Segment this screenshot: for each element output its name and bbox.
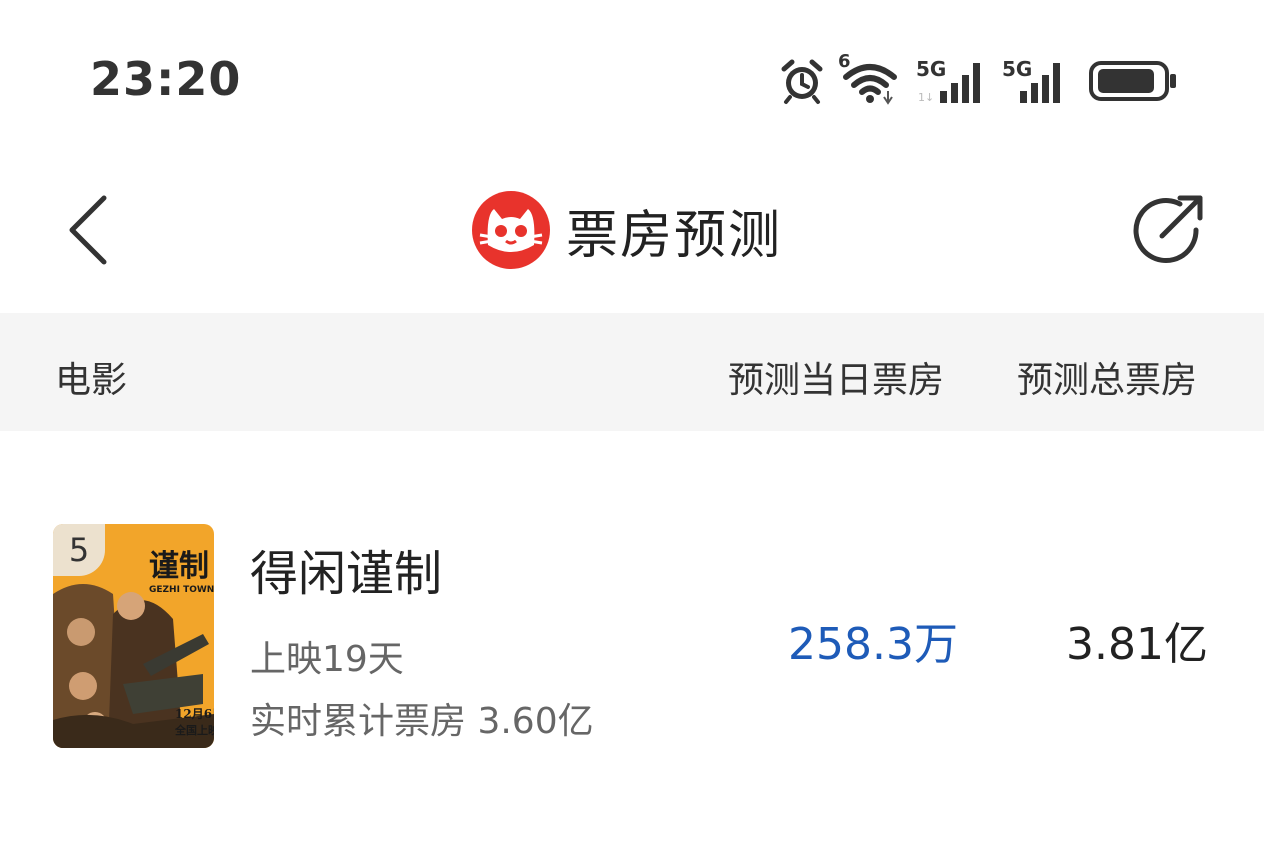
- header-movie: 电影: [55, 360, 128, 401]
- poster-title: 谨制: [149, 549, 209, 584]
- nav-bar: 票房预测: [0, 160, 1264, 312]
- status-bar: 23:20 6 5G 1↓ 5G: [0, 0, 1264, 160]
- chevron-left-icon: [69, 195, 107, 265]
- rank-badge: 5: [53, 524, 105, 576]
- movie-title[interactable]: 得闲谨制: [250, 534, 442, 604]
- signal-sim2-icon: 5G: [1002, 57, 1074, 105]
- day-forecast-value: 258.3万: [788, 619, 958, 670]
- movie-days: 上映19天: [250, 639, 404, 680]
- wifi-icon: 6: [838, 51, 902, 105]
- poster-subtitle: GEZHI TOWN: [149, 585, 214, 595]
- back-button[interactable]: [60, 190, 120, 270]
- header-total-forecast[interactable]: 预测总票房: [1017, 351, 1197, 403]
- status-time: 23:20: [90, 52, 242, 106]
- share-button[interactable]: [1128, 190, 1208, 270]
- table-header: 电影 预测当日票房 预测总票房: [0, 313, 1264, 431]
- status-icons: 6 5G 1↓ 5G: [778, 51, 1178, 106]
- wifi-badge: 6: [838, 51, 851, 72]
- movie-cumulative: 实时累计票房 3.60亿: [250, 701, 594, 742]
- alarm-icon: [778, 57, 826, 105]
- signal-sim1-icon: 5G 1↓: [916, 57, 988, 105]
- header-day-forecast[interactable]: 预测当日票房: [728, 351, 944, 403]
- movie-poster[interactable]: 谨制 GEZHI TOWN 12月6日 全国上映 5: [53, 524, 214, 748]
- share-icon: [1133, 195, 1203, 263]
- battery-icon: [1088, 57, 1178, 105]
- poster-date: 12月6日: [175, 707, 214, 721]
- table-row[interactable]: 谨制 GEZHI TOWN 12月6日 全国上映 5 得闲谨制 上映19天 实时…: [0, 520, 1264, 760]
- maoyan-logo-icon: [472, 191, 550, 269]
- page-title: 票房预测: [566, 205, 783, 266]
- poster-release: 全国上映: [174, 723, 214, 737]
- nav-title-group: 票房预测: [470, 190, 782, 270]
- total-forecast-value: 3.81亿: [1066, 619, 1208, 670]
- svg-text:1↓: 1↓: [918, 91, 934, 104]
